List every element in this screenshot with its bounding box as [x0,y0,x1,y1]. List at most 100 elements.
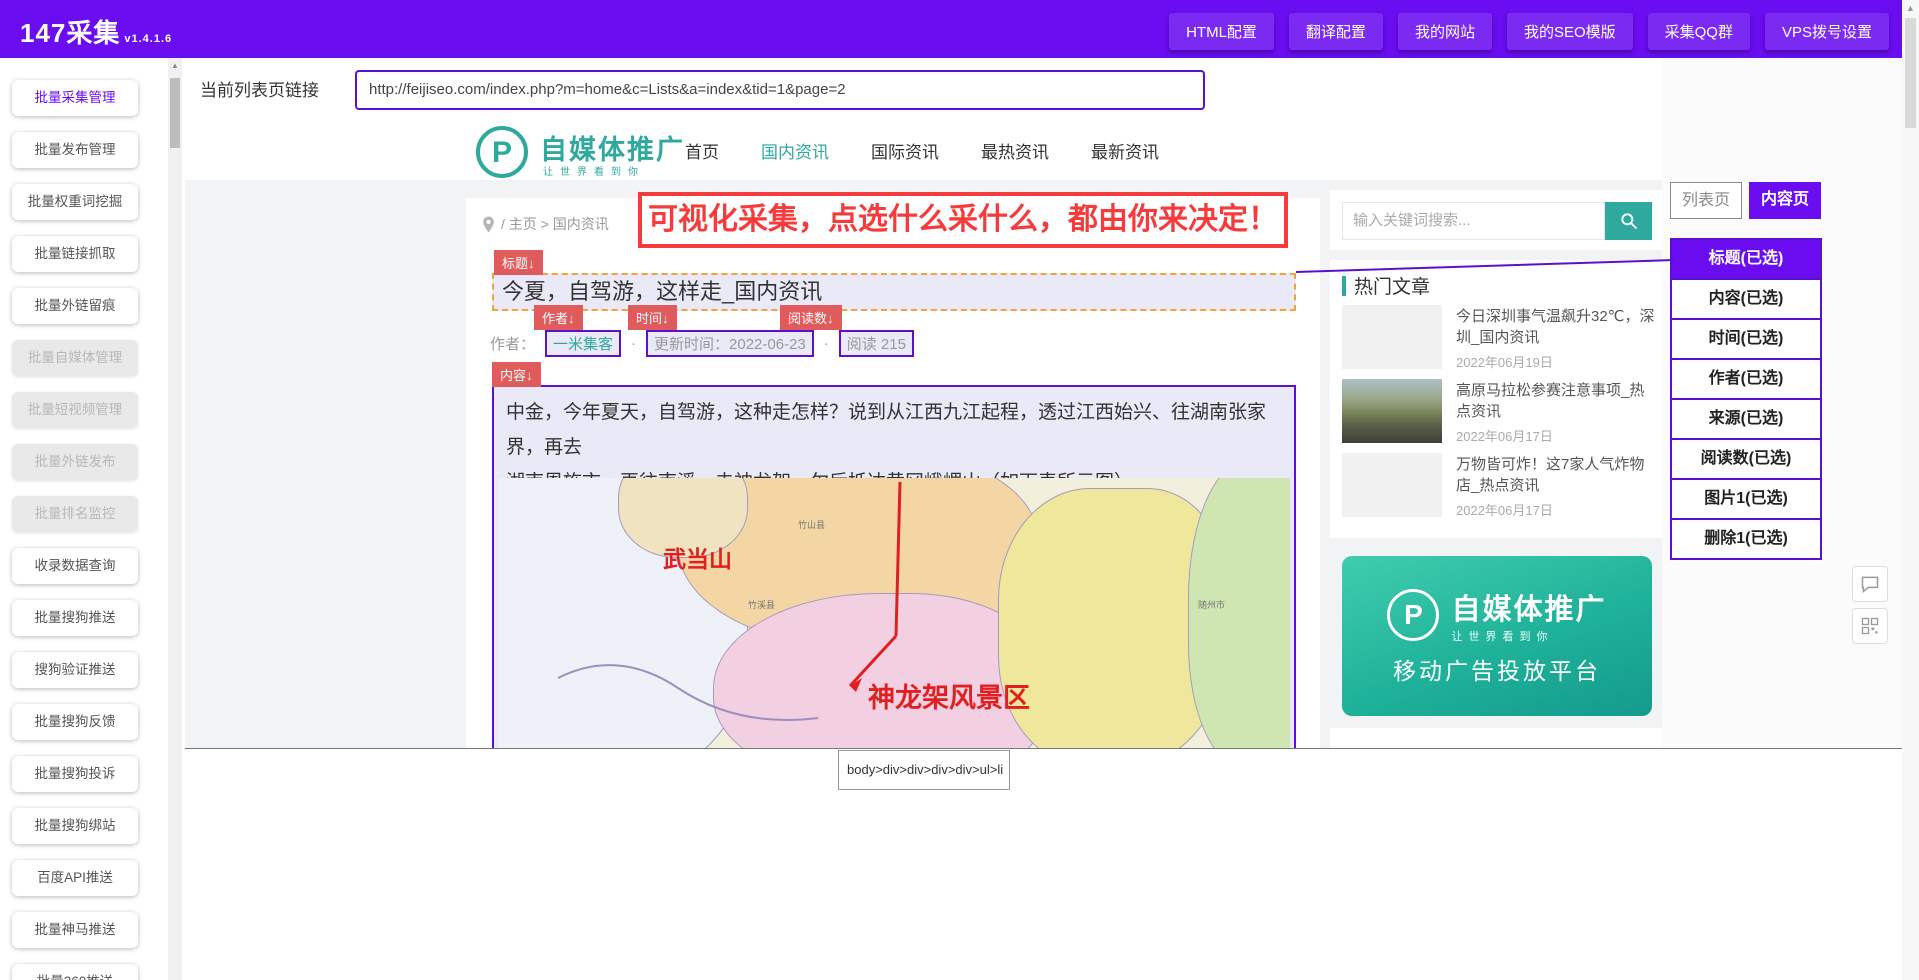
qr-widget-button[interactable] [1852,608,1888,644]
breadcrumb: / 主页 > 国内资讯 [482,214,609,234]
tag-time[interactable]: 时间↓ [628,305,677,330]
sidebar-item-backlink-publish: 批量外链发布 [12,444,138,480]
field-source-selected[interactable]: 来源(已选) [1670,398,1822,440]
field-time-selected[interactable]: 时间(已选) [1670,318,1822,360]
site-nav: 首页 国内资讯 国际资讯 最热资讯 最新资讯 [685,138,1159,163]
selected-time[interactable]: 更新时间：2022-06-23 [646,330,814,357]
hot-item-title[interactable]: 高原马拉松参赛注意事项_热点资讯 [1456,380,1656,422]
sidebar-item-publish-manage[interactable]: 批量发布管理 [12,132,138,168]
content-line-1: 中金，今年夏天，自驾游，这种走怎样？说到从江西九江起程，透过江西始兴、往湖南张家… [506,402,1266,458]
hot-item-thumbnail[interactable] [1342,379,1442,443]
sidebar-item-baidu-api[interactable]: 百度API推送 [12,860,138,896]
list-url-input[interactable]: http://feijiseo.com/index.php?m=home&c=L… [355,70,1205,110]
ad-tagline: 让世界看到你 [1451,628,1606,644]
site-nav-domestic[interactable]: 国内资讯 [761,138,829,163]
search-icon [1619,211,1639,231]
ad-subtitle: 移动广告投放平台 [1393,652,1601,686]
sidebar-scrollbar[interactable]: ▲ [168,58,182,980]
site-logo-icon: P [476,126,528,178]
sidebar-item-backlink-trace[interactable]: 批量外链留痕 [12,288,138,324]
window-scrollbar[interactable]: ▲ [1902,0,1919,980]
nav-qq-group[interactable]: 采集QQ群 [1648,13,1750,50]
site-nav-international[interactable]: 国际资讯 [871,138,939,163]
scroll-up-icon[interactable]: ▲ [1902,0,1919,16]
sidebar-item-sogou-feedback[interactable]: 批量搜狗反馈 [12,704,138,740]
section-accent-bar [1342,276,1346,296]
selected-author[interactable]: 一米集客 [545,330,621,357]
site-nav-latest[interactable]: 最新资讯 [1091,138,1159,163]
bottom-data-panel [185,748,1902,980]
site-nav-hottest[interactable]: 最热资讯 [981,138,1049,163]
nav-html-config[interactable]: HTML配置 [1169,13,1274,50]
search-button[interactable] [1605,202,1652,240]
sidebar-item-collect-manage[interactable]: 批量采集管理 [12,80,138,116]
map-label-wudangshan: 武当山 [663,540,732,574]
app-title: 147采集v1.4.1.6 [20,13,172,50]
tab-content-page[interactable]: 内容页 [1749,182,1821,219]
partial-card [1330,728,1662,748]
nav-vps-dial[interactable]: VPS拨号设置 [1765,13,1889,50]
ad-banner[interactable]: P 自媒体推广 让世界看到你 移动广告投放平台 [1342,556,1652,716]
tag-author[interactable]: 作者↓ [534,305,583,330]
nav-seo-templates[interactable]: 我的SEO模版 [1507,13,1633,50]
field-delete1-selected[interactable]: 删除1(已选) [1670,518,1822,560]
nav-my-sites[interactable]: 我的网站 [1398,13,1492,50]
selector-input[interactable]: body>div>div>div>div>ul>li [838,750,1010,790]
article-meta-row: 作者： 一米集客 · 更新时间：2022-06-23 · 阅读 215 [490,330,914,356]
site-logo-tagline: 让世界看到你 [543,163,645,178]
sidebar-item-link-grab[interactable]: 批量链接抓取 [12,236,138,272]
chat-widget-button[interactable] [1852,566,1888,602]
hot-item-thumbnail[interactable] [1342,453,1442,517]
sidebar-item-shortvideo-manage: 批量短视频管理 [12,392,138,428]
hot-item-title[interactable]: 万物皆可炸！这7家人气炸物店_热点资讯 [1456,454,1656,496]
hot-item-date: 2022年06月19日 [1456,352,1553,371]
chat-bubble-icon [1860,574,1880,594]
tag-content[interactable]: 内容↓ [492,362,541,387]
sidebar-item-media-manage: 批量自媒体管理 [12,340,138,376]
hot-articles-header: 热门文章 [1342,272,1430,299]
map-label-shenlongjia: 神龙架风景区 [868,676,1030,715]
keyword-search-input[interactable]: 输入关键词搜索... [1342,202,1605,240]
location-pin-icon [482,216,495,233]
sidebar-item-keyword-mining[interactable]: 批量权重词挖掘 [12,184,138,220]
hot-item-date: 2022年06月17日 [1456,500,1553,519]
tab-list-page[interactable]: 列表页 [1670,182,1742,219]
scrollbar-thumb[interactable] [170,78,180,148]
field-author-selected[interactable]: 作者(已选) [1670,358,1822,400]
hot-item-title[interactable]: 今日深圳事气温飙升32℃，深圳_国内资讯 [1456,306,1656,348]
field-image1-selected[interactable]: 图片1(已选) [1670,478,1822,520]
breadcrumb-text: / 主页 > 国内资讯 [501,214,609,234]
article-map-image: 武当山 神龙架风景区 竹山县 竹溪县 随州市 [498,478,1290,748]
map-micro-label: 随州市 [1198,598,1225,611]
sidebar-item-shenma-push[interactable]: 批量神马推送 [12,912,138,948]
author-label: 作者： [490,333,535,354]
visual-collect-banner: 可视化采集，点选什么采什么，都由你来决定！ [638,192,1288,248]
field-reads-selected[interactable]: 阅读数(已选) [1670,438,1822,480]
sidebar-item-sogou-bind[interactable]: 批量搜狗绑站 [12,808,138,844]
top-nav: HTML配置 翻译配置 我的网站 我的SEO模版 采集QQ群 VPS拨号设置 [1169,13,1889,50]
selected-article-title[interactable]: 今夏，自驾游，这样走_国内资讯 [492,273,1296,311]
sidebar-item-index-query[interactable]: 收录数据查询 [12,548,138,584]
field-title-selected[interactable]: 标题(已选) [1670,238,1822,280]
tag-title[interactable]: 标题↓ [494,250,543,275]
scrollbar-thumb[interactable] [1905,18,1916,128]
sidebar: 批量采集管理 批量发布管理 批量权重词挖掘 批量链接抓取 批量外链留痕 批量自媒… [12,80,138,980]
map-micro-label: 竹山县 [798,518,825,531]
selected-fields-panel: 标题(已选) 内容(已选) 时间(已选) 作者(已选) 来源(已选) 阅读数(已… [1670,240,1822,560]
scroll-up-icon[interactable]: ▲ [168,58,182,74]
sidebar-item-360-push[interactable]: 批量360推送 [12,964,138,980]
hot-item-thumbnail[interactable] [1342,305,1442,369]
field-content-selected[interactable]: 内容(已选) [1670,278,1822,320]
qr-code-icon [1861,617,1879,635]
sidebar-item-sogou-complaint[interactable]: 批量搜狗投诉 [12,756,138,792]
top-bar: 147采集v1.4.1.6 HTML配置 翻译配置 我的网站 我的SEO模版 采… [0,0,1919,58]
site-nav-home[interactable]: 首页 [685,138,719,163]
tag-reads[interactable]: 阅读数↓ [780,305,842,330]
sidebar-item-sogou-verify[interactable]: 搜狗验证推送 [12,652,138,688]
nav-translate-config[interactable]: 翻译配置 [1289,13,1383,50]
hot-item-date: 2022年06月17日 [1456,426,1553,445]
sidebar-item-rank-monitor: 批量排名监控 [12,496,138,532]
selected-reads[interactable]: 阅读 215 [839,330,914,357]
sidebar-item-sogou-push[interactable]: 批量搜狗推送 [12,600,138,636]
site-logo-text: 自媒体推广 [540,128,685,167]
